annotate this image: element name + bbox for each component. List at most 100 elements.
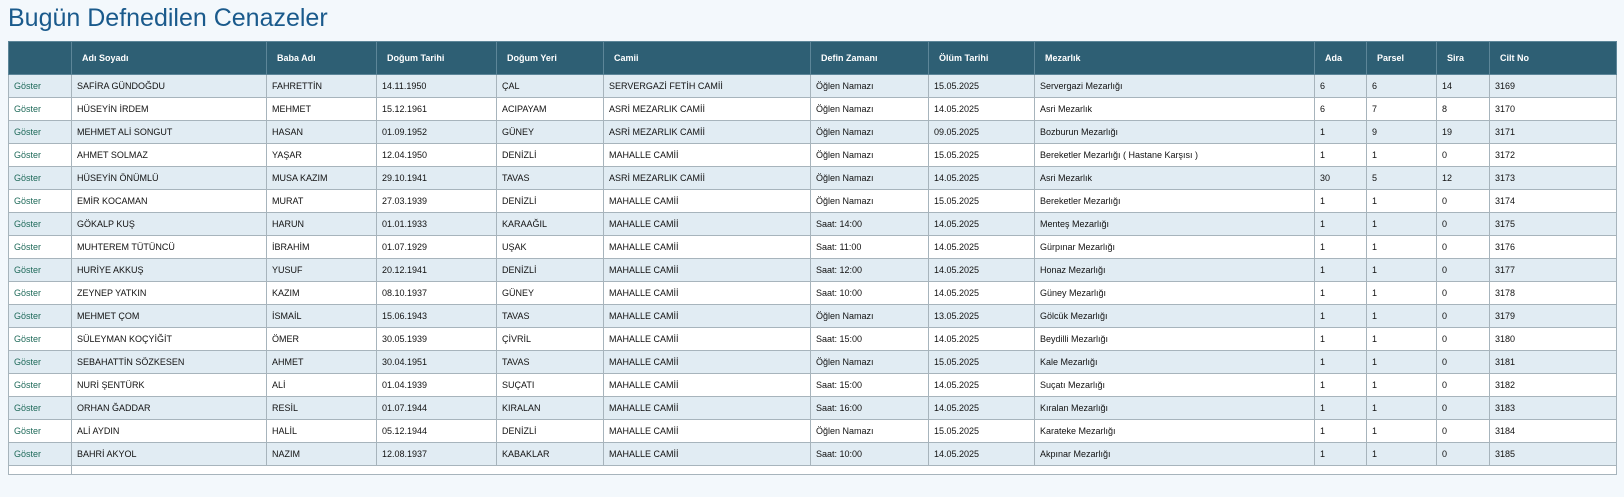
show-link[interactable]: Göster [14, 380, 41, 390]
cell-block: 1 [1314, 258, 1367, 282]
cell-birth-place: TAVAS [496, 304, 604, 328]
cell-burial-time: Öğlen Namazı [810, 166, 929, 190]
cell-mosque: SERVERGAZİ FETİH CAMİİ [603, 74, 811, 98]
cell-row-number: 0 [1436, 350, 1490, 374]
cell-row-number: 0 [1436, 396, 1490, 420]
cell-burial-time: Saat: 14:00 [810, 212, 929, 236]
cell-birth-place: DENİZLİ [496, 143, 604, 167]
show-link[interactable]: Göster [14, 173, 41, 183]
cell-volume-no: 3171 [1489, 120, 1617, 144]
cell-parcel: 1 [1366, 281, 1437, 305]
cell-action: Göster [8, 442, 72, 466]
cell-mosque: MAHALLE CAMİİ [603, 258, 811, 282]
table-row: Göster NURİ ŞENTÜRK ALİ 01.04.1939 SUÇATI MAH… [8, 373, 1617, 397]
show-link[interactable]: Göster [14, 288, 41, 298]
cell-birth-date: 01.07.1944 [376, 396, 497, 420]
cell-volume-no: 3182 [1489, 373, 1617, 397]
cell-death-date: 14.05.2025 [928, 258, 1035, 282]
show-link[interactable]: Göster [14, 449, 41, 459]
table-row: Göster ALİ AYDIN HALİL 05.12.1944 DENİZLİ MAH… [8, 419, 1617, 443]
cell-mosque: MAHALLE CAMİİ [603, 442, 811, 466]
cell-block: 1 [1314, 235, 1367, 259]
cell-birth-place: ÇİVRİL [496, 327, 604, 351]
cell-father-name: ALİ [266, 373, 377, 397]
show-link[interactable]: Göster [14, 311, 41, 321]
show-link[interactable]: Göster [14, 403, 41, 413]
cell-birth-date: 27.03.1939 [376, 189, 497, 213]
show-link[interactable]: Göster [14, 127, 41, 137]
cell-name: ZEYNEP YATKIN [71, 281, 267, 305]
cell-cemetery: Bereketler Mezarlığı ( Hastane Karşısı ) [1034, 143, 1315, 167]
cell-burial-time: Öğlen Namazı [810, 97, 929, 121]
cell-birth-date: 30.04.1951 [376, 350, 497, 374]
cell-block: 1 [1314, 419, 1367, 443]
cell-burial-time: Öğlen Namazı [810, 419, 929, 443]
cell-action: Göster [8, 281, 72, 305]
cell-name: ALİ AYDIN [71, 419, 267, 443]
cell-birth-place: KABAKLAR [496, 442, 604, 466]
cell-cemetery: Akpınar Mezarlığı [1034, 442, 1315, 466]
cell-action: Göster [8, 419, 72, 443]
show-link[interactable]: Göster [14, 357, 41, 367]
cell-action: Göster [8, 396, 72, 420]
cell-volume-no: 3185 [1489, 442, 1617, 466]
cell-burial-time: Öğlen Namazı [810, 189, 929, 213]
cell-mosque: MAHALLE CAMİİ [603, 235, 811, 259]
show-link[interactable]: Göster [14, 265, 41, 275]
cell-death-date: 14.05.2025 [928, 327, 1035, 351]
cell-birth-date: 01.04.1939 [376, 373, 497, 397]
cell-volume-no: 3178 [1489, 281, 1617, 305]
cell-mosque: MAHALLE CAMİİ [603, 143, 811, 167]
cell-cemetery: Gürpınar Mezarlığı [1034, 235, 1315, 259]
cell-cemetery: Güney Mezarlığı [1034, 281, 1315, 305]
show-link[interactable]: Göster [14, 219, 41, 229]
cell-action: Göster [8, 258, 72, 282]
cell-birth-date: 29.10.1941 [376, 166, 497, 190]
cell-cemetery: Karateke Mezarlığı [1034, 419, 1315, 443]
show-link[interactable]: Göster [14, 104, 41, 114]
cell-name: MEHMET ALİ SONGUT [71, 120, 267, 144]
show-link[interactable]: Göster [14, 196, 41, 206]
cell-parcel: 1 [1366, 327, 1437, 351]
cell-row-number: 0 [1436, 212, 1490, 236]
cell-cemetery: Bozburun Mezarlığı [1034, 120, 1315, 144]
cell-parcel: 1 [1366, 304, 1437, 328]
header-row: Adı Soyadı Baba Adı Doğum Tarihi Doğum Yeri… [8, 41, 1617, 75]
cell-death-date: 15.05.2025 [928, 350, 1035, 374]
cell-burial-time: Öğlen Namazı [810, 120, 929, 144]
burials-table: Adı Soyadı Baba Adı Doğum Tarihi Doğum Yeri… [8, 41, 1617, 475]
cell-volume-no: 3177 [1489, 258, 1617, 282]
cell-volume-no: 3184 [1489, 419, 1617, 443]
cell-father-name: ÖMER [266, 327, 377, 351]
cell-birth-place: ACIPAYAM [496, 97, 604, 121]
cell-block: 1 [1314, 442, 1367, 466]
cell-row-number: 0 [1436, 442, 1490, 466]
cell-action: Göster [8, 212, 72, 236]
cell-father-name: FAHRETTİN [266, 74, 377, 98]
cell-name: SEBAHATTİN SÖZKESEN [71, 350, 267, 374]
show-link[interactable]: Göster [14, 150, 41, 160]
cell-birth-date: 01.01.1933 [376, 212, 497, 236]
header-father-name: Baba Adı [266, 41, 377, 75]
show-link[interactable]: Göster [14, 242, 41, 252]
table-row: Göster SAFİRA GÜNDOĞDU FAHRETTİN 14.11.1950… [8, 74, 1617, 98]
show-link[interactable]: Göster [14, 334, 41, 344]
cell-mosque: ASRİ MEZARLIK CAMİİ [603, 166, 811, 190]
cell-mosque: MAHALLE CAMİİ [603, 419, 811, 443]
cell-father-name: YAŞAR [266, 143, 377, 167]
table-row: Göster MUHTEREM TÜTÜNCÜ İBRAHİM 01.07.1929 U… [8, 235, 1617, 259]
cell-action: Göster [8, 74, 72, 98]
cell-cemetery: Asri Mezarlık [1034, 97, 1315, 121]
cell-block: 1 [1314, 189, 1367, 213]
cell-parcel: 1 [1366, 258, 1437, 282]
cell-father-name: MURAT [266, 189, 377, 213]
show-link[interactable]: Göster [14, 426, 41, 436]
cell-birth-place: KIRALAN [496, 396, 604, 420]
page-title: Bugün Defnedilen Cenazeler [8, 4, 328, 32]
cell-row-number: 0 [1436, 143, 1490, 167]
cell-birth-date: 15.06.1943 [376, 304, 497, 328]
header-name: Adı Soyadı [71, 41, 267, 75]
cell-death-date: 14.05.2025 [928, 166, 1035, 190]
cell-cemetery: Gölcük Mezarlığı [1034, 304, 1315, 328]
show-link[interactable]: Göster [14, 81, 41, 91]
